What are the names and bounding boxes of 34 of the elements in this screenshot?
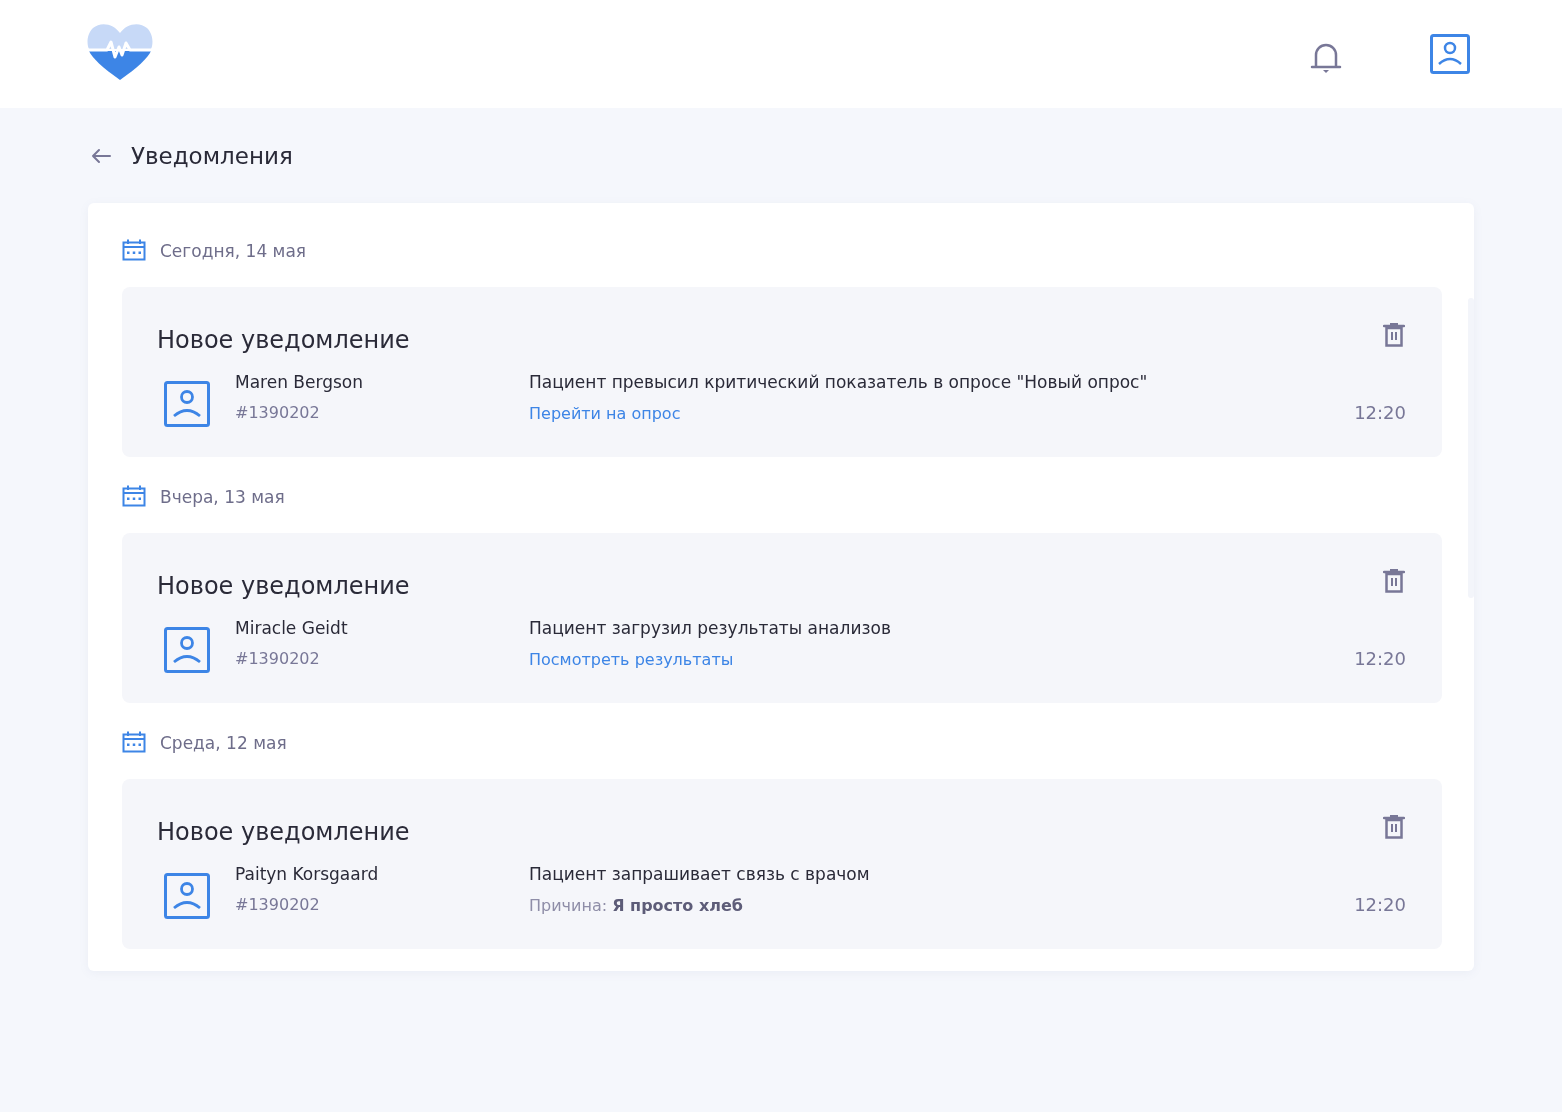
reason-text: Причина: Я просто хлеб [529,896,744,915]
patient-avatar-icon [164,381,210,427]
patient-name: Maren Bergson [235,372,364,392]
delete-icon[interactable] [1383,569,1405,593]
page-title: Уведомления [131,142,293,169]
patient-avatar-icon [164,627,210,673]
notification-time: 12:20 [1354,648,1406,669]
delete-icon[interactable] [1383,815,1405,839]
date-heading: Среда, 12 мая [160,733,287,753]
back-arrow-icon[interactable] [91,147,111,164]
notification-message: Пациент превысил критический показатель в опросе "Новый опрос" [529,372,1149,392]
patient-id: #1390202 [235,403,321,422]
patient-id: #1390202 [235,649,321,668]
date-heading: Сегодня, 14 мая [160,241,307,261]
profile-icon[interactable] [1430,34,1470,74]
calendar-icon [122,485,146,507]
notification-title: Новое уведомление [157,572,410,600]
notification-time: 12:20 [1354,402,1406,423]
notification-title: Новое уведомление [157,818,410,846]
patient-avatar-icon [164,873,210,919]
notification-title: Новое уведомление [157,326,410,354]
heart-pulse-logo[interactable] [87,23,153,81]
action-link[interactable]: Посмотреть результаты [529,650,734,669]
notification-message: Пациент загрузил результаты анализов [529,618,892,638]
patient-name: Miracle Geidt [235,618,349,638]
patient-id: #1390202 [235,895,321,914]
notification-time: 12:20 [1354,894,1406,915]
action-link[interactable]: Перейти на опрос [529,404,681,423]
delete-icon[interactable] [1383,323,1405,347]
date-heading: Вчера, 13 мая [160,487,285,507]
calendar-icon [122,731,146,753]
patient-name: Paityn Korsgaard [235,864,380,884]
notification-message: Пациент запрашивает связь с врачом [529,864,871,884]
calendar-icon [122,239,146,261]
